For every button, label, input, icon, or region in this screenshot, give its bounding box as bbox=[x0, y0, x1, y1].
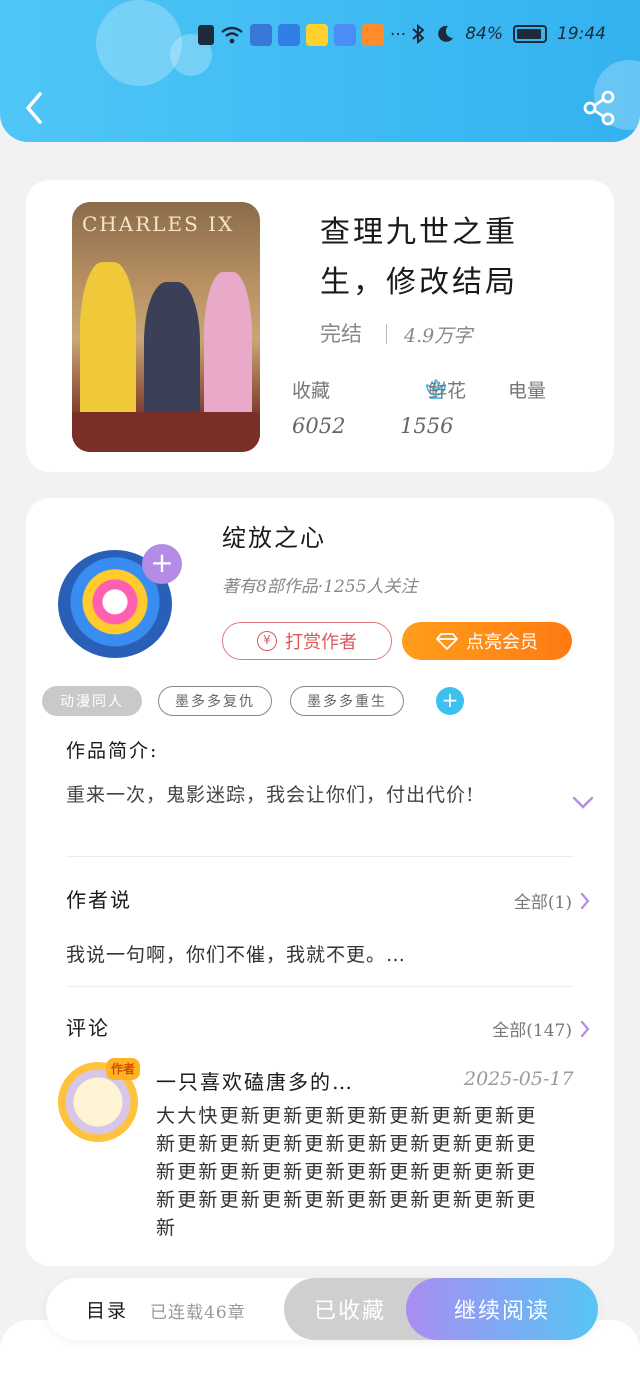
chevron-right-icon bbox=[580, 892, 590, 909]
status-right: 84% 19:44 bbox=[411, 24, 606, 44]
battery-percent: 84% bbox=[465, 24, 503, 44]
wifi-icon bbox=[221, 26, 243, 44]
details-card: + 绽放之心 著有8部作品·1255人关注 ¥ 打赏作者 点亮会员 动漫同人 墨… bbox=[26, 498, 614, 1266]
toc-button[interactable]: 目录 bbox=[86, 1296, 128, 1323]
game-app-icon bbox=[250, 24, 272, 46]
author-badge: 作者 bbox=[106, 1058, 140, 1080]
divider bbox=[66, 986, 574, 987]
tip-author-button[interactable]: ¥ 打赏作者 bbox=[222, 622, 392, 660]
chevron-right-icon bbox=[580, 1020, 590, 1037]
tip-author-label: 打赏作者 bbox=[285, 632, 357, 653]
more-notifications: ··· bbox=[390, 25, 407, 45]
commenter-name[interactable]: 一只喜欢磕唐多的… bbox=[156, 1066, 354, 1095]
tag-chip[interactable]: 墨多多重生 bbox=[290, 686, 404, 716]
cover-floor bbox=[72, 412, 260, 452]
cover-figure bbox=[80, 262, 136, 432]
notification-icons: ··· bbox=[198, 24, 406, 46]
comments-title: 评论 bbox=[66, 1016, 110, 1040]
book-info-card: CHARLES IX 查理九世之重生，修改结局 完结 4.9万字 收藏 6052… bbox=[26, 180, 614, 472]
book-cover[interactable]: CHARLES IX bbox=[72, 202, 260, 452]
author-says-text: 我说一句啊，你们不催，我就不更。… bbox=[66, 944, 407, 966]
stat-value-favorites: 6052 bbox=[292, 414, 346, 438]
top-header: ··· 84% 19:44 bbox=[0, 0, 640, 142]
clock: 19:44 bbox=[557, 24, 606, 44]
add-tag-button[interactable]: + bbox=[436, 687, 464, 715]
book-status: 完结 bbox=[320, 322, 362, 346]
tag-chip[interactable]: 动漫同人 bbox=[42, 686, 142, 716]
stat-label-favorites: 收藏 bbox=[292, 380, 331, 402]
video-app-icon bbox=[362, 24, 384, 46]
divider bbox=[386, 324, 387, 344]
back-button[interactable] bbox=[20, 88, 52, 128]
cloud-app-icon bbox=[334, 24, 356, 46]
share-button[interactable] bbox=[582, 90, 616, 126]
diamond-icon bbox=[436, 633, 458, 650]
comments-all-label: 全部(147) bbox=[492, 1021, 572, 1041]
stat-value-flowers: 1556 bbox=[400, 414, 454, 438]
comments-all-link[interactable]: 全部(147) bbox=[492, 1016, 590, 1041]
chat-app-icon bbox=[306, 24, 328, 46]
alert-icon bbox=[198, 25, 214, 45]
alipay-app-icon bbox=[278, 24, 300, 46]
cover-figure bbox=[144, 282, 200, 432]
author-says-all-link[interactable]: 全部(1) bbox=[514, 888, 590, 913]
cover-figure bbox=[204, 272, 252, 432]
book-title: 查理九世之重生，修改结局 bbox=[320, 215, 518, 300]
divider bbox=[66, 856, 574, 857]
author-meta: 著有8部作品·1255人关注 bbox=[222, 577, 418, 597]
follow-author-button[interactable]: + bbox=[142, 544, 182, 584]
stat-label-power[interactable]: 电量 bbox=[508, 376, 546, 403]
bottom-action-bar: 目录 已连载46章 已收藏 继续阅读 bbox=[46, 1278, 598, 1340]
comment-text[interactable]: 大大快更新更新更新更新更新更新更新更新更新更新更新更新更新更新更新更新更新更新更… bbox=[156, 1102, 552, 1242]
stat-label-flowers[interactable]: 鲜花 bbox=[428, 376, 466, 403]
comment-date: 2025-05-17 bbox=[464, 1068, 574, 1090]
word-count: 4.9万字 bbox=[404, 325, 473, 347]
activate-vip-button[interactable]: 点亮会员 bbox=[402, 622, 572, 660]
expand-chevron-icon[interactable] bbox=[572, 796, 594, 810]
intro-text: 重来一次，鬼影迷踪，我会让你们，付出代价! bbox=[66, 784, 475, 806]
status-bar: ··· 84% 19:44 bbox=[0, 22, 640, 50]
author-says-title: 作者说 bbox=[66, 888, 132, 912]
yen-icon: ¥ bbox=[257, 631, 277, 651]
chapter-count: 已连载46章 bbox=[150, 1303, 246, 1323]
moon-icon bbox=[438, 25, 454, 42]
activate-vip-label: 点亮会员 bbox=[466, 632, 538, 653]
continue-reading-button[interactable]: 继续阅读 bbox=[406, 1278, 598, 1340]
battery-icon bbox=[513, 25, 547, 43]
bluetooth-icon bbox=[412, 24, 425, 44]
cover-title-text: CHARLES IX bbox=[82, 212, 235, 236]
tag-chip[interactable]: 墨多多复仇 bbox=[158, 686, 272, 716]
intro-title: 作品简介: bbox=[66, 740, 159, 762]
author-name[interactable]: 绽放之心 bbox=[222, 518, 326, 553]
author-says-all-label: 全部(1) bbox=[513, 893, 572, 913]
